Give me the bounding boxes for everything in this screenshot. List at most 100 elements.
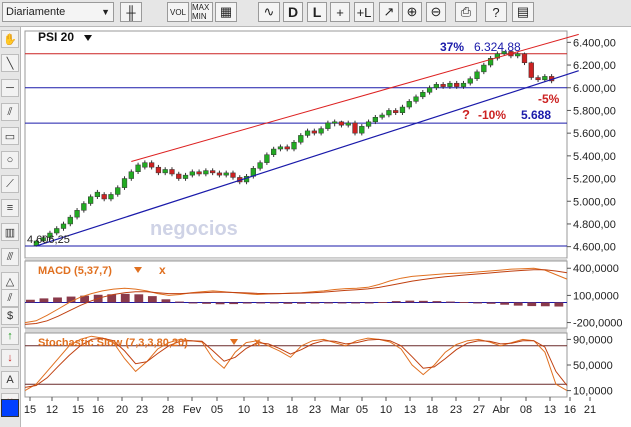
line-tool[interactable]: ╲ (1, 54, 19, 72)
x-axis-label: 05 (356, 404, 368, 416)
toolbar: Diariamente ▼ ╫ VOL MAX MIN ▦ ∿ D L + +L ↗ ⊕ ⊖ ⎙? ▤ (0, 0, 631, 27)
channel-tool[interactable]: ⫻ (1, 248, 19, 266)
fibonacci-tool[interactable]: ≡ (1, 199, 19, 217)
macd-histogram-bar (256, 302, 266, 304)
macd-histogram-bar (39, 298, 49, 303)
chevron-down-icon: ▼ (101, 7, 110, 17)
indicators-button[interactable]: ∿ (258, 2, 280, 22)
period-select[interactable]: Diariamente ▼ (2, 2, 114, 22)
zoom-out-button[interactable]: ⊖ (426, 2, 446, 22)
macd-histogram-bar (229, 302, 239, 305)
grid-button[interactable]: ▦ (215, 2, 237, 22)
stochastic-axis-label: 50,0000 (573, 360, 613, 372)
macd-histogram-bar (324, 302, 333, 304)
x-axis-label: 20 (116, 404, 128, 416)
macd-histogram-bar (513, 302, 523, 306)
x-axis-label: 10 (238, 404, 250, 416)
annotation-target: 5.688 (521, 108, 551, 122)
x-axis-label: 15 (24, 404, 36, 416)
price-axis-label: 5.600,00 (573, 128, 616, 140)
macd-axis-label: -200,0000 (573, 318, 623, 330)
price-axis-label: 5.400,00 (573, 151, 616, 163)
candle (528, 61, 534, 80)
hand-tool[interactable]: ✋ (1, 30, 19, 48)
zoom-in-button[interactable]: ⊕ (402, 2, 422, 22)
parallel-lines-tool[interactable]: ⫽ (1, 103, 19, 121)
circle-tool[interactable]: ○ (1, 151, 19, 169)
macd-histogram-bar (283, 302, 293, 304)
buy-arrow-tool[interactable]: ↑ (1, 327, 19, 345)
price-axis-label: 6.200,00 (573, 60, 616, 72)
dollar-tool[interactable]: $ (1, 307, 19, 325)
macd-histogram-bar (26, 299, 35, 303)
fan-tool[interactable]: ⟋ (1, 175, 19, 193)
sell-arrow-tool[interactable]: ↓ (1, 349, 19, 367)
x-axis-label: 23 (136, 404, 148, 416)
x-axis-label: 16 (92, 404, 104, 416)
x-axis-label: 28 (162, 404, 174, 416)
macd-histogram-bar (215, 302, 225, 305)
macd-histogram-bar (486, 302, 496, 304)
price-axis-label: 5.000,00 (573, 196, 616, 208)
macd-histogram-bar (120, 293, 130, 303)
draw-button[interactable]: D (283, 2, 303, 22)
x-axis-label: 12 (46, 404, 58, 416)
macd-histogram-bar (202, 302, 211, 304)
max-min-button[interactable]: MAX MIN (191, 2, 213, 22)
stochastic-close-icon: x (254, 335, 261, 349)
print-button[interactable]: ⎙ (455, 2, 477, 22)
stochastic-title: Stochastic Slow (7,3,3,80,20) (38, 337, 188, 349)
price-axis-label: 4.800,00 (573, 219, 616, 231)
help-button[interactable]: ? (485, 2, 507, 22)
channel2-tool[interactable]: ⫽ (1, 289, 19, 307)
color-swatch[interactable] (1, 399, 19, 417)
x-axis-label: 15 (72, 404, 84, 416)
macd-histogram-bar (134, 294, 144, 303)
stochastic-axis-label: 10,0000 (573, 386, 613, 398)
macd-histogram-bar (269, 302, 279, 304)
x-axis-label: 23 (309, 404, 321, 416)
x-axis-label: 08 (520, 404, 532, 416)
macd-histogram-bar (459, 302, 469, 304)
macd-histogram-bar (364, 302, 374, 304)
macd-histogram-bar (405, 300, 415, 303)
settings-button[interactable]: ▤ (512, 2, 534, 22)
x-axis-label: Mar (331, 404, 350, 416)
period-label: Diariamente (6, 6, 66, 18)
macd-histogram-bar (297, 302, 306, 304)
candlestick-button[interactable]: ╫ (120, 2, 142, 22)
annotation-low-value: 4.606,25 (27, 234, 70, 246)
crosshair-label-button[interactable]: +L (354, 2, 374, 22)
watermark-logo: negocios (150, 218, 238, 240)
macd-histogram-bar (337, 302, 347, 304)
price-title: PSI 20 (38, 30, 74, 44)
macd-histogram-bar (378, 302, 388, 304)
text-tool[interactable]: A (1, 371, 19, 389)
panel-splitter (25, 328, 567, 333)
macd-histogram-bar (53, 297, 62, 303)
macd-histogram-bar (175, 301, 184, 303)
crosshair-button[interactable]: + (330, 2, 350, 22)
macd-histogram-bar (147, 296, 157, 303)
fibonacci-grid-tool[interactable]: ▥ (1, 223, 19, 241)
macd-histogram-bar (527, 302, 537, 307)
trend-button[interactable]: ↗ (379, 2, 399, 22)
volume-button[interactable]: VOL (167, 2, 189, 22)
rectangle-tool[interactable]: ▭ (1, 127, 19, 145)
x-axis-label: 13 (262, 404, 274, 416)
horizontal-line-tool[interactable]: ─ (1, 79, 19, 97)
annotation-high-pct: 37% (440, 40, 464, 54)
x-axis-label: 18 (286, 404, 298, 416)
x-axis-label: 18 (426, 404, 438, 416)
macd-histogram-bar (242, 302, 252, 304)
x-axis-label: 05 (211, 404, 223, 416)
price-axis-label: 5.800,00 (573, 105, 616, 117)
chart-area[interactable]: negocios 4.600,00 4.800,00 5.000,00 5.200,00… (20, 27, 631, 427)
macd-histogram-bar (161, 299, 171, 303)
triangle-tool[interactable]: △ (1, 272, 19, 290)
annotation-minus5: -5% (538, 92, 560, 106)
line-button[interactable]: L (307, 2, 327, 22)
macd-histogram-bar (432, 301, 442, 303)
macd-histogram-bar (310, 302, 320, 304)
macd-histogram-bar (351, 302, 361, 304)
